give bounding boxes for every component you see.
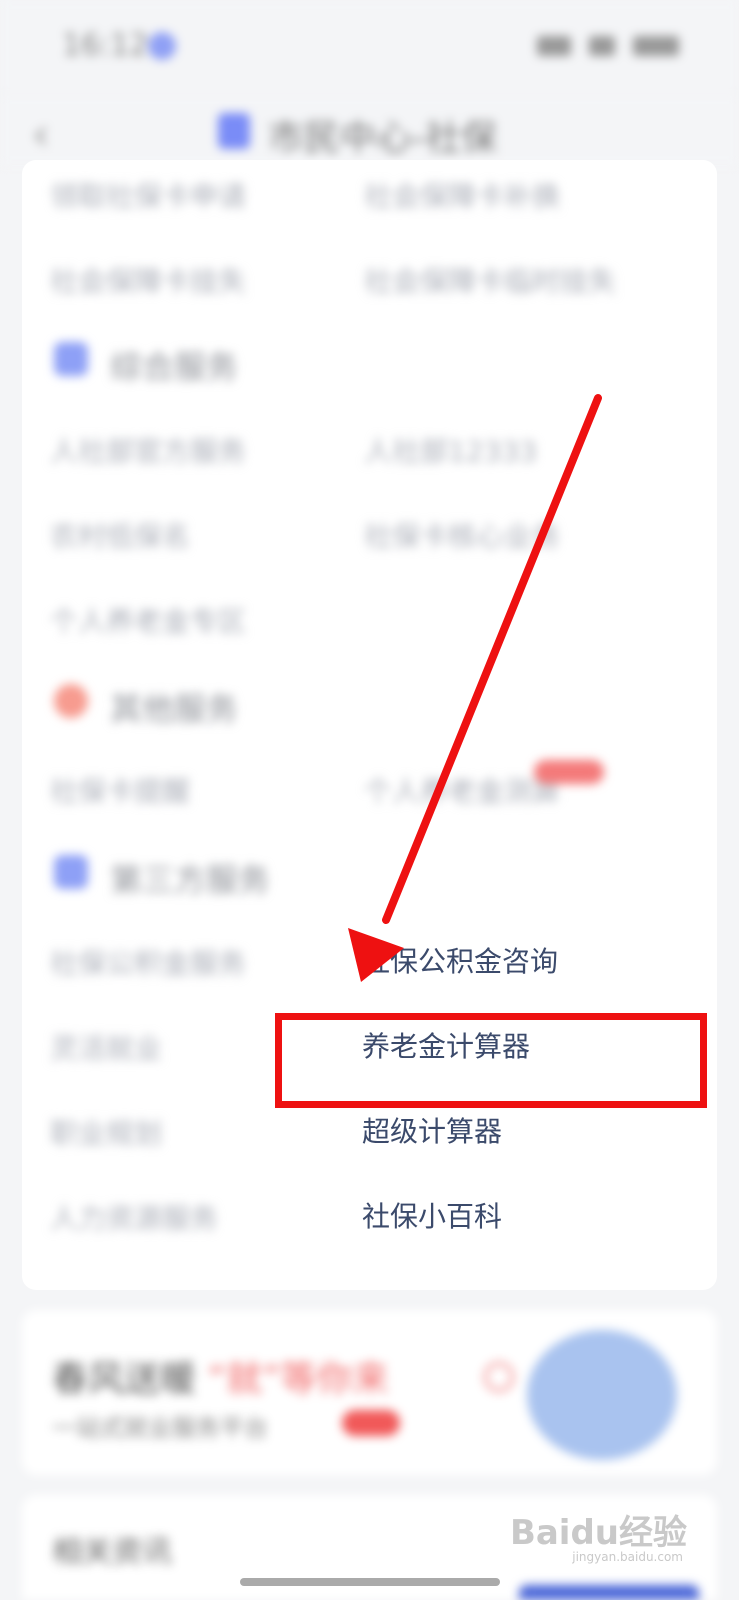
notification-icon bbox=[148, 32, 176, 60]
battery-icon bbox=[633, 36, 679, 56]
banner-illustration bbox=[527, 1330, 677, 1460]
list-item[interactable]: 个人养老金测算 bbox=[364, 770, 560, 810]
banner-title: 春风送暖 “就”等你来 bbox=[52, 1350, 389, 1402]
list-item[interactable]: 社会保障卡临时挂失 bbox=[364, 260, 616, 300]
list-item[interactable]: 职业规划 bbox=[50, 1112, 162, 1152]
status-time: 16:12 bbox=[62, 28, 149, 63]
list-item[interactable]: 社保卡提醒 bbox=[50, 770, 190, 810]
section-title-third-party: 第三方服务 bbox=[110, 861, 271, 899]
baidu-watermark-url: jingyan.baidu.com bbox=[572, 1550, 683, 1564]
new-badge bbox=[534, 760, 604, 784]
back-chevron-icon[interactable]: ‹ bbox=[32, 109, 50, 160]
comprehensive-service-icon bbox=[54, 342, 88, 376]
banner-title-main: 春风送暖 bbox=[52, 1359, 197, 1400]
banner-tag bbox=[342, 1410, 400, 1436]
list-item[interactable]: 社会保障卡挂失 bbox=[50, 260, 246, 300]
home-indicator bbox=[240, 1578, 500, 1586]
third-party-service-icon bbox=[54, 855, 88, 889]
nav-bar: ‹ 市民中心-社保 bbox=[0, 95, 739, 165]
banner-decoration bbox=[484, 1362, 514, 1392]
service-list-card: 领取社保卡申请 社会保障卡补换 社会保障卡挂失 社会保障卡临时挂失 综合服务 人… bbox=[22, 160, 717, 1290]
social-security-wiki-link[interactable]: 社保小百科 bbox=[362, 1195, 502, 1235]
banner-title-accent: “就”等你来 bbox=[207, 1359, 389, 1400]
list-item[interactable]: 社保卡核心业务 bbox=[364, 515, 560, 555]
list-item[interactable]: 人力资源服务 bbox=[50, 1197, 218, 1237]
list-item[interactable]: 灵活就业 bbox=[50, 1027, 162, 1067]
status-icons bbox=[537, 36, 679, 56]
related-news-title: 相关资讯 bbox=[52, 1535, 172, 1570]
list-item[interactable]: 个人养老金专区 bbox=[50, 600, 246, 640]
list-item[interactable]: 人社部官方服务 bbox=[50, 430, 246, 470]
list-item[interactable]: 人社部12333 bbox=[364, 430, 537, 470]
list-item[interactable]: 领取社保卡申请 bbox=[50, 175, 246, 215]
super-calculator-link[interactable]: 超级计算器 bbox=[362, 1110, 502, 1150]
highlight-box bbox=[275, 1013, 707, 1108]
signal-icon bbox=[537, 36, 571, 56]
app-logo-icon bbox=[218, 113, 250, 149]
list-item[interactable]: 农村低保名 bbox=[50, 515, 190, 555]
social-security-consult-link[interactable]: 社保公积金咨询 bbox=[362, 940, 558, 980]
page-title: 市民中心-社保 bbox=[268, 118, 497, 159]
list-item[interactable]: 社会保障卡补换 bbox=[364, 175, 560, 215]
section-title-other: 其他服务 bbox=[110, 690, 239, 728]
section-title-comprehensive: 综合服务 bbox=[110, 348, 239, 386]
status-bar: 16:12 bbox=[0, 0, 739, 95]
baidu-watermark-logo: Baidu经验 bbox=[509, 1513, 687, 1553]
bottom-action-strip bbox=[519, 1585, 699, 1600]
promo-banner[interactable]: 春风送暖 “就”等你来 一站式就业服务平台 bbox=[22, 1310, 717, 1475]
banner-subtitle: 一站式就业服务平台 bbox=[52, 1414, 268, 1442]
wifi-icon bbox=[589, 36, 615, 56]
other-service-icon bbox=[54, 684, 88, 718]
list-item[interactable]: 社保公积金服务 bbox=[50, 942, 246, 982]
